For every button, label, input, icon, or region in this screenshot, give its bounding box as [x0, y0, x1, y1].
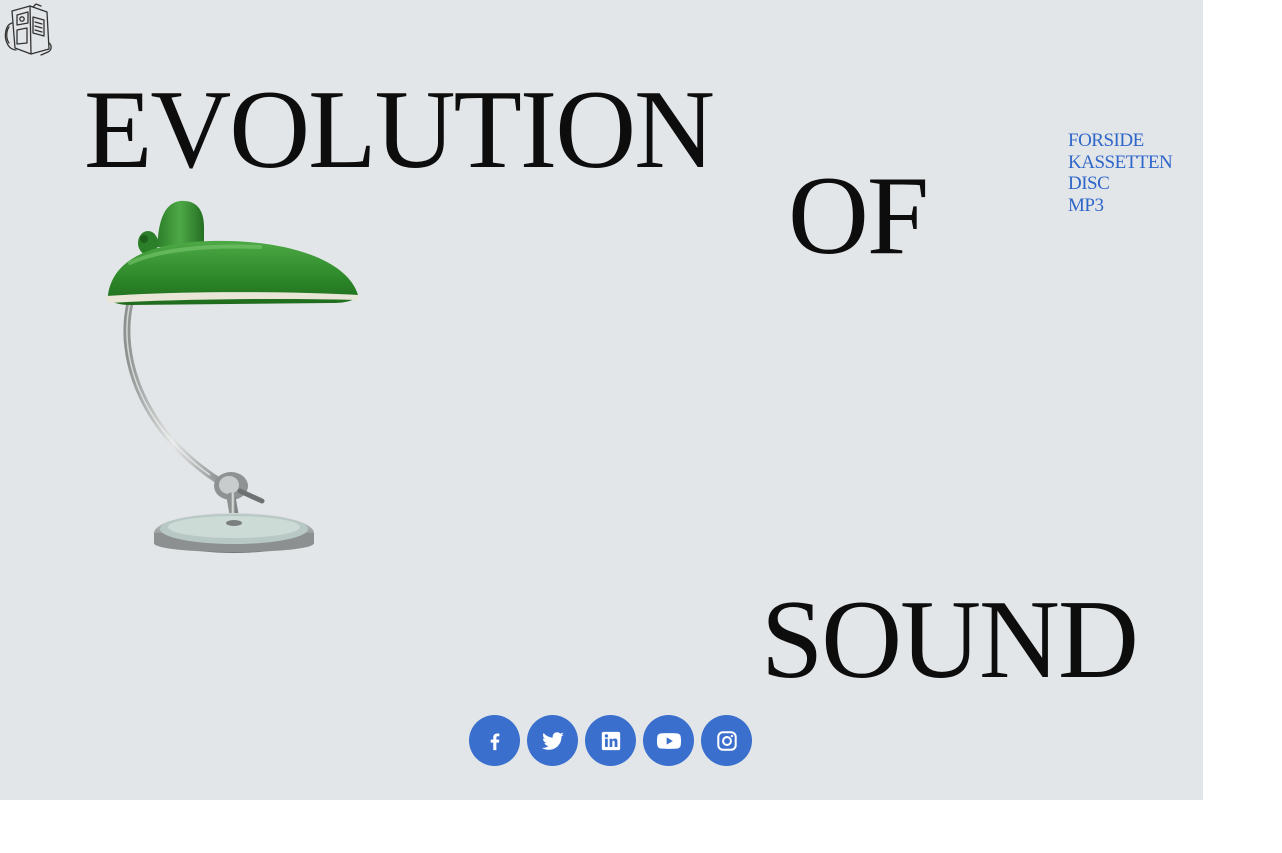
social-links	[469, 715, 752, 766]
headline-of: OF	[788, 154, 929, 278]
nav-link-mp3[interactable]: MP3	[1068, 195, 1172, 217]
nav-item-forside: FORSIDE	[1068, 130, 1172, 152]
facebook-icon	[490, 732, 499, 750]
nav-item-mp3: MP3	[1068, 195, 1172, 217]
instagram-icon	[716, 730, 737, 751]
linkedin-icon	[601, 731, 620, 750]
nav-item-kassetten: KASSETTEN	[1068, 152, 1173, 174]
hero-section: EVOLUTION OF SOUND FORSIDE KASSETTEN DIS…	[0, 0, 1203, 800]
headline-evolution: EVOLUTION	[84, 68, 715, 192]
desk-lamp-image	[106, 200, 359, 553]
headline-sound: SOUND	[761, 578, 1139, 702]
instagram-button[interactable]	[701, 715, 752, 766]
nav-link-disc[interactable]: DISC	[1068, 173, 1172, 195]
twitter-icon	[541, 731, 564, 750]
linkedin-button[interactable]	[585, 715, 636, 766]
nav-link-kassetten[interactable]: KASSETTEN	[1068, 152, 1173, 174]
youtube-button[interactable]	[643, 715, 694, 766]
main-navigation: FORSIDE KASSETTEN DISC MP3	[1068, 130, 1173, 217]
twitter-button[interactable]	[527, 715, 578, 766]
youtube-icon	[656, 732, 681, 749]
nav-item-disc: DISC	[1068, 173, 1172, 195]
walkman-logo-icon	[4, 3, 52, 56]
facebook-button[interactable]	[469, 715, 520, 766]
site-logo[interactable]	[3, 3, 53, 56]
nav-link-forside[interactable]: FORSIDE	[1068, 130, 1172, 152]
